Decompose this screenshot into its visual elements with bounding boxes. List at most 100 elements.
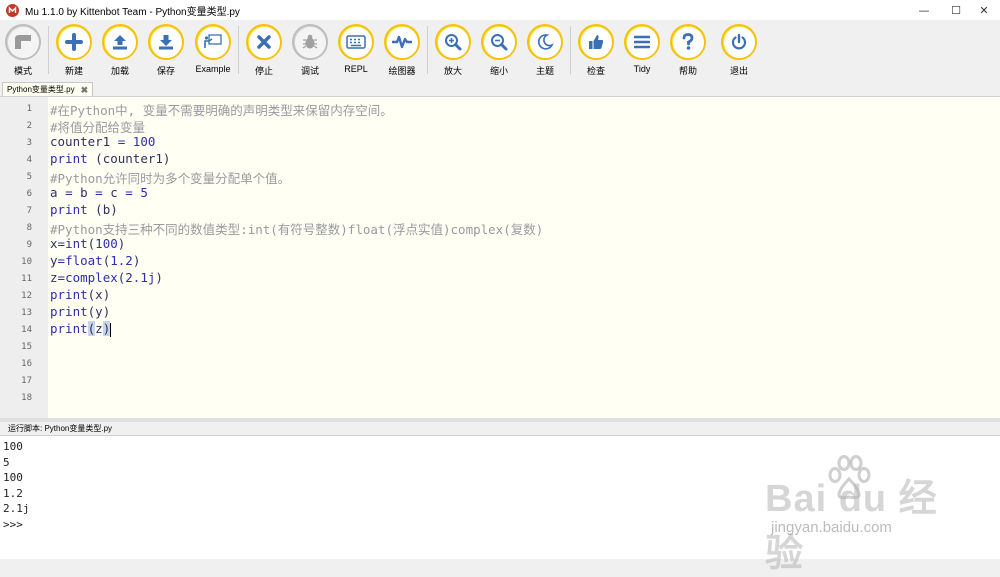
line-number: 3 <box>26 138 32 148</box>
help-label: 帮助 <box>678 66 697 76</box>
toolbar-divider <box>570 26 571 74</box>
watermark-url: jingyan.baidu.com <box>771 519 892 536</box>
baidu-watermark: Bai du 经验 jingyan.baidu.com <box>765 455 965 575</box>
code-line[interactable]: #Python支持三种不同的数值类型:int(有符号整数)float(浮点实值)… <box>50 219 544 237</box>
tab-close-icon[interactable]: ✖ <box>81 83 89 97</box>
code-token: ) <box>117 236 126 251</box>
tab-bar: Python变量类型.py ✖ <box>0 82 1000 97</box>
line-number: 7 <box>26 206 32 216</box>
code-token: print <box>50 202 88 217</box>
code-token: #Python支持三种不同的数值类型:int(有符号整数)float(浮点实值)… <box>50 222 544 237</box>
code-token: ) <box>102 321 111 336</box>
code-line[interactable]: print(z) <box>50 321 112 338</box>
output-line: 2.1j <box>3 502 30 515</box>
code-line[interactable]: a = b = c = 5 <box>50 185 148 202</box>
save-button[interactable]: 保存 <box>143 24 189 77</box>
line-number: 8 <box>26 223 32 233</box>
toolbar: 模式 新建 加载 保存 Example 停止 调试 REPL 绘图器 放大 缩小… <box>0 20 1000 83</box>
code-token: (b) <box>87 202 118 217</box>
code-token: 2.1j <box>125 270 156 285</box>
new-button[interactable]: 新建 <box>51 24 97 77</box>
tidy-button[interactable]: Tidy <box>619 24 665 74</box>
code-line[interactable]: #在Python中, 变量不需要明确的声明类型来保留内存空间。 <box>50 100 393 118</box>
code-line[interactable]: #将值分配给变量 <box>50 117 146 135</box>
window-title: Mu 1.1.0 by Kittenbot Team - Python变量类型.… <box>25 6 240 18</box>
load-label: 加载 <box>110 66 129 76</box>
code-editor[interactable]: 1 2 3 4 5 6 7 8 9 10 11 12 13 14 15 16 17 18 #在Python中, 变… <box>0 96 1000 419</box>
code-line[interactable]: counter1 = 100 <box>50 134 155 151</box>
upload-icon <box>113 35 127 50</box>
code-line[interactable]: #Python允许同时为多个变量分配单个值。 <box>50 168 290 186</box>
line-number: 18 <box>21 393 32 403</box>
output-line: 5 <box>3 455 10 469</box>
code-token: = <box>57 270 66 285</box>
code-token: ) <box>132 253 141 268</box>
line-number: 13 <box>21 308 32 318</box>
example-button[interactable]: Example <box>190 24 236 74</box>
code-line[interactable]: z=complex(2.1j) <box>50 270 163 287</box>
moon-icon <box>537 34 554 50</box>
code-token: print <box>50 321 88 336</box>
plotter-button[interactable]: 绘图器 <box>379 24 425 77</box>
code-token: float <box>65 253 103 268</box>
code-token: (counter1) <box>87 151 171 166</box>
repl-button[interactable]: REPL <box>333 24 379 74</box>
load-button[interactable]: 加载 <box>97 24 143 77</box>
toolbar-divider <box>238 26 239 74</box>
code-token: counter1 <box>50 134 118 149</box>
line-number: 16 <box>21 359 32 369</box>
check-label: 检查 <box>586 66 605 76</box>
mu-app-icon <box>6 3 19 17</box>
debug-button[interactable]: 调试 <box>287 24 333 77</box>
code-token: x <box>50 236 58 251</box>
line-number-gutter: 1 2 3 4 5 6 7 8 9 10 11 12 13 14 15 16 17 18 <box>0 97 48 419</box>
toolbar-divider <box>427 26 428 74</box>
code-line[interactable]: print (b) <box>50 202 118 219</box>
line-number: 2 <box>26 121 32 131</box>
quit-label: 退出 <box>729 66 748 76</box>
code-line[interactable]: print (counter1) <box>50 151 170 168</box>
close-window-button[interactable]: ✕ <box>968 0 1000 20</box>
code-token: a <box>50 185 66 200</box>
quit-button[interactable]: 退出 <box>716 24 762 77</box>
mode-label: 模式 <box>13 66 32 76</box>
repl-prompt: >>> <box>3 517 23 531</box>
minimize-button[interactable]: — <box>908 0 940 20</box>
code-line[interactable]: x=int(100) <box>50 236 125 253</box>
line-number: 5 <box>26 172 32 182</box>
line-number: 10 <box>21 257 32 267</box>
code-token: z <box>95 321 103 336</box>
thumbs-up-icon <box>589 35 604 49</box>
code-token: z <box>50 270 58 285</box>
code-token: print <box>50 287 88 302</box>
code-token: c <box>102 185 126 200</box>
debug-label: 调试 <box>300 66 319 76</box>
output-line: 100 <box>3 440 23 453</box>
code-token: = <box>95 185 103 200</box>
line-number: 17 <box>21 376 32 386</box>
stop-x-icon <box>257 35 271 49</box>
check-button[interactable]: 检查 <box>573 24 619 77</box>
code-token: #将值分配给变量 <box>50 120 146 135</box>
stop-button[interactable]: 停止 <box>241 24 287 77</box>
text-cursor <box>110 322 112 337</box>
code-line[interactable]: print(y) <box>50 304 110 321</box>
plotter-label: 绘图器 <box>388 66 416 76</box>
keyboard-icon <box>346 35 366 49</box>
zoom-in-button[interactable]: 放大 <box>430 24 476 77</box>
theme-button[interactable]: 主题 <box>522 24 568 77</box>
code-line[interactable]: print(x) <box>50 287 110 304</box>
help-button[interactable]: 帮助 <box>665 24 711 77</box>
code-token: = <box>57 253 66 268</box>
zoom-out-button[interactable]: 缩小 <box>476 24 522 77</box>
menu-lines-icon <box>634 35 650 49</box>
code-token: ) <box>155 270 163 285</box>
line-number: 14 <box>21 325 32 335</box>
code-token: 100 <box>125 134 156 149</box>
zoom-out-label: 缩小 <box>489 66 508 76</box>
line-number: 4 <box>26 155 32 165</box>
mode-button[interactable]: 模式 <box>0 24 46 77</box>
code-line[interactable]: y=float(1.2) <box>50 253 140 270</box>
tab-python-file[interactable]: Python变量类型.py ✖ <box>2 82 94 97</box>
pulse-icon <box>392 35 412 49</box>
